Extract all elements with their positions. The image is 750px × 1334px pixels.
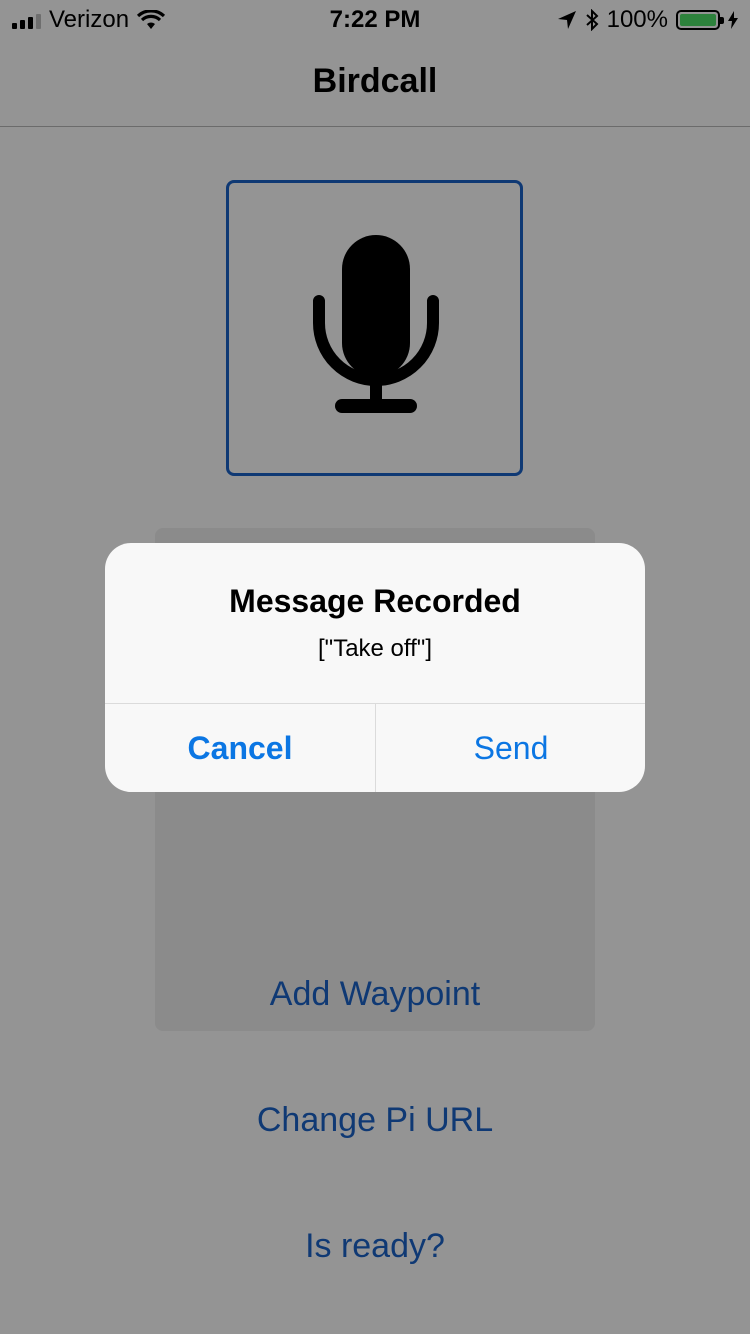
cancel-button[interactable]: Cancel [105, 704, 375, 792]
alert-message: ["Take off"] [318, 635, 432, 662]
alert-dialog: Message Recorded ["Take off"] Cancel Sen… [105, 543, 645, 792]
alert-title: Message Recorded [229, 583, 521, 619]
send-button[interactable]: Send [376, 704, 645, 792]
